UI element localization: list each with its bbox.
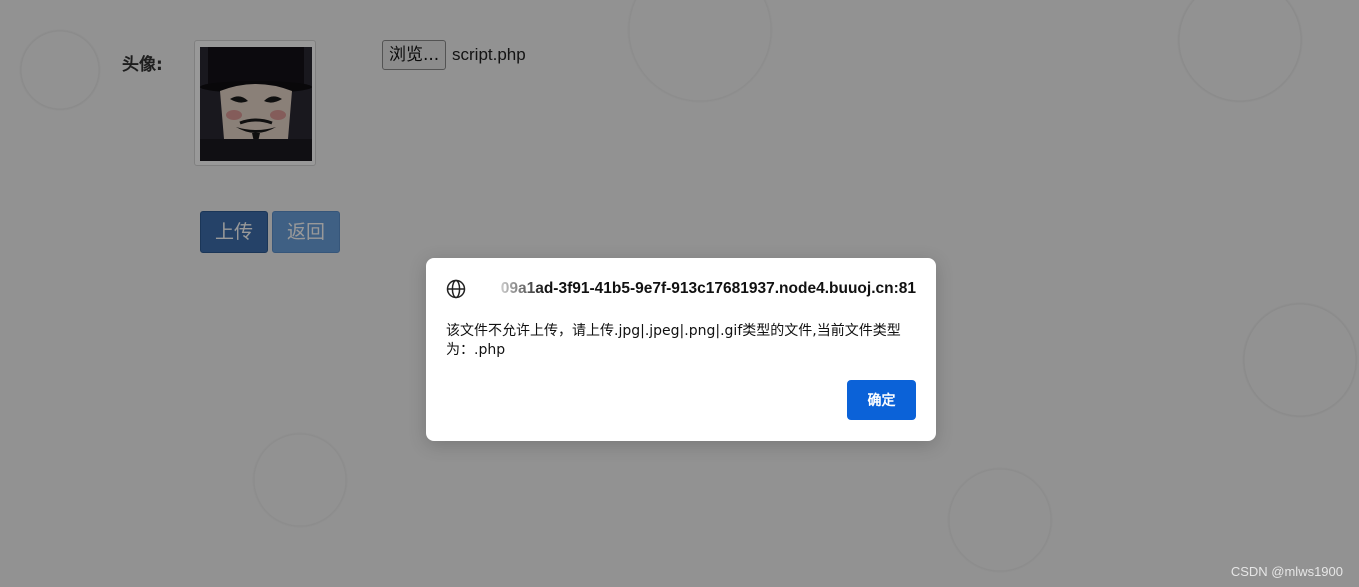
alert-dialog: 09a1ad-3f91-41b5-9e7f-913c17681937.node4… — [426, 258, 936, 441]
dialog-message: 该文件不允许上传，请上传.jpg|.jpeg|.png|.gif类型的文件,当前… — [446, 323, 901, 358]
confirm-button[interactable]: 确定 — [847, 380, 916, 420]
dialog-origin-text: 09a1ad-3f91-41b5-9e7f-913c17681937.node4… — [476, 280, 916, 298]
globe-icon — [446, 279, 466, 299]
dialog-origin: 09a1ad-3f91-41b5-9e7f-913c17681937.node4… — [446, 278, 916, 300]
watermark: CSDN @mlws1900 — [1230, 564, 1343, 579]
